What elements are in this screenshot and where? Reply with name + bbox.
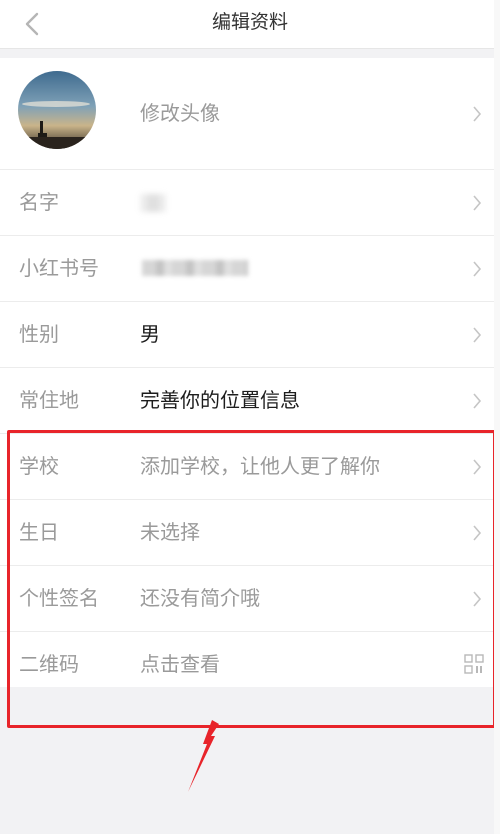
birthday-label: 生日 <box>19 520 59 544</box>
name-label: 名字 <box>19 190 59 214</box>
school-value: 添加学校，让他人更了解你 <box>140 454 380 478</box>
scroll-edge <box>494 0 500 834</box>
chevron-right-icon <box>473 326 482 343</box>
chevron-right-icon <box>473 105 482 122</box>
xiaohongshu-id-value-redacted <box>142 260 248 276</box>
gender-label: 性别 <box>19 322 59 346</box>
school-row[interactable]: 学校 添加学校，让他人更了解你 <box>0 434 500 500</box>
page-title: 编辑资料 <box>211 11 288 33</box>
residence-label: 常住地 <box>19 388 79 412</box>
change-avatar-row[interactable]: 修改头像 <box>0 58 500 170</box>
chevron-right-icon <box>473 260 482 277</box>
birthday-value: 未选择 <box>140 520 200 544</box>
bio-row[interactable]: 个性签名 还没有简介哦 <box>0 566 500 632</box>
top-bar: 编辑资料 <box>0 0 500 49</box>
qr-code-icon <box>464 654 484 674</box>
birthday-row[interactable]: 生日 未选择 <box>0 500 500 566</box>
chevron-right-icon <box>473 458 482 475</box>
annotation-arrow-icon <box>188 720 219 792</box>
gender-value: 男 <box>140 322 160 346</box>
name-value-redacted <box>140 194 166 212</box>
residence-value: 完善你的位置信息 <box>140 388 300 412</box>
name-row[interactable]: 名字 <box>0 170 500 236</box>
avatar[interactable] <box>18 71 96 149</box>
change-avatar-label: 修改头像 <box>140 101 220 125</box>
bio-value: 还没有简介哦 <box>140 586 260 610</box>
xiaohongshu-id-row[interactable]: 小红书号 <box>0 236 500 302</box>
xiaohongshu-id-label: 小红书号 <box>19 256 99 280</box>
gender-row[interactable]: 性别 男 <box>0 302 500 368</box>
chevron-right-icon <box>473 590 482 607</box>
residence-row[interactable]: 常住地 完善你的位置信息 <box>0 368 500 434</box>
page-background <box>0 687 500 834</box>
bio-label: 个性签名 <box>19 586 99 610</box>
chevron-right-icon <box>473 392 482 409</box>
school-label: 学校 <box>19 454 59 478</box>
profile-settings-list: 修改头像 名字 小红书号 性别 男 常住地 完善你的位置信息 学校 添加学校，让… <box>0 58 500 697</box>
chevron-right-icon <box>473 524 482 541</box>
chevron-right-icon <box>473 194 482 211</box>
